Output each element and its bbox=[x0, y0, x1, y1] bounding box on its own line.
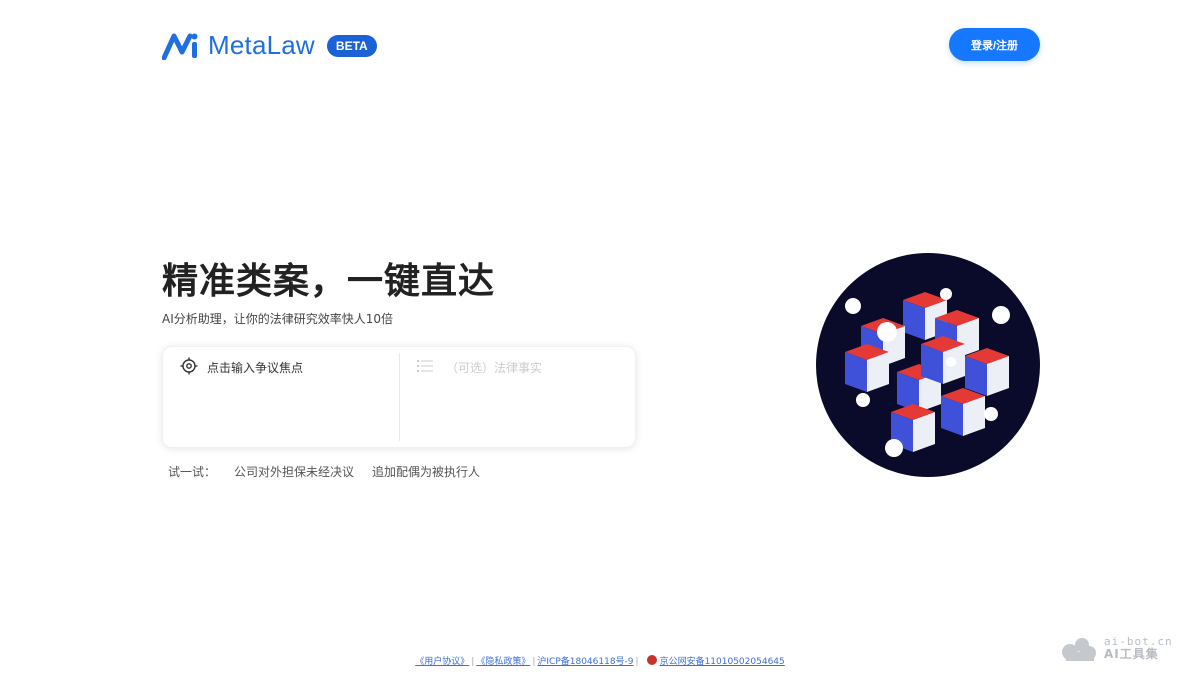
example-chip[interactable]: 追加配偶为被执行人 bbox=[372, 463, 480, 480]
cube-cluster-illustration bbox=[816, 253, 1040, 477]
police-record-link[interactable]: 京公网安备11010502054645 bbox=[660, 657, 785, 667]
logo[interactable]: MetaLaw BETA bbox=[162, 30, 377, 61]
beta-badge: BETA bbox=[326, 34, 377, 57]
legal-facts-placeholder: （可选）法律事实 bbox=[446, 361, 543, 375]
target-icon bbox=[180, 357, 198, 375]
privacy-policy-link[interactable]: 《隐私政策》 bbox=[476, 657, 530, 667]
page-title: 精准类案，一键直达 bbox=[162, 261, 496, 302]
dispute-focus-input[interactable]: 点击输入争议焦点 bbox=[163, 347, 399, 447]
metalaw-logo-icon bbox=[162, 33, 198, 60]
page-subtitle: AI分析助理，让你的法律研究效率快人10倍 bbox=[162, 312, 394, 326]
dispute-focus-placeholder: 点击输入争议焦点 bbox=[207, 361, 304, 375]
legal-facts-input[interactable]: （可选）法律事实 bbox=[400, 347, 856, 447]
watermark: ai-bot.cn AI工具集 bbox=[1060, 636, 1173, 662]
watermark-name: AI工具集 bbox=[1104, 647, 1159, 662]
list-icon bbox=[417, 360, 433, 372]
example-chip[interactable]: 公司对外担保未经决议 bbox=[234, 463, 354, 480]
ai-bot-logo-icon bbox=[1062, 638, 1096, 661]
try-label: 试一试： bbox=[168, 465, 217, 479]
logo-text: MetaLaw bbox=[208, 30, 315, 60]
police-badge-icon bbox=[646, 655, 657, 665]
login-register-button[interactable]: 登录/注册 bbox=[949, 28, 1040, 61]
icp-link[interactable]: 沪ICP备18046118号-9 bbox=[537, 657, 633, 667]
user-agreement-link[interactable]: 《用户协议》 bbox=[415, 657, 469, 667]
footer: 《用户协议》 | 《隐私政策》 | 沪ICP备18046118号-9 | 京公网安备1101… bbox=[415, 655, 785, 667]
try-examples: 试一试： 公司对外担保未经决议 追加配偶为被执行人 bbox=[168, 463, 480, 480]
search-box: 点击输入争议焦点 （可选）法律事实 bbox=[162, 346, 856, 448]
